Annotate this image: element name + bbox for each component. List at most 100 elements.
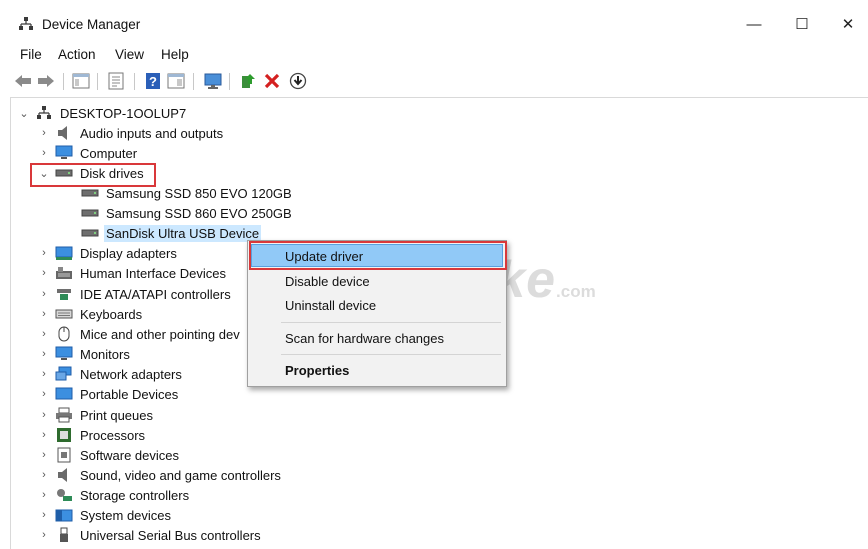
chevron-right-icon[interactable]: › xyxy=(37,368,51,380)
back-arrow-icon[interactable] xyxy=(13,71,33,91)
tree-item-storage[interactable]: › Storage controllers xyxy=(37,485,191,505)
tree-item-label: Display adapters xyxy=(80,245,177,261)
tree-item-label: Storage controllers xyxy=(80,487,190,503)
menu-file[interactable]: File xyxy=(20,47,42,62)
tree-item-monitors[interactable]: › Monitors xyxy=(37,344,132,364)
chevron-right-icon[interactable]: › xyxy=(37,267,51,279)
title-bar: Device Manager — ☐ ✕ xyxy=(0,0,868,44)
tree-item-label: Keyboards xyxy=(80,306,143,322)
computer-network-icon xyxy=(35,105,53,121)
tree-item-usb[interactable]: › Universal Serial Bus controllers xyxy=(37,525,263,545)
tree-item-label: Audio inputs and outputs xyxy=(80,125,224,141)
tree-item-label: Processors xyxy=(80,427,146,443)
tree-item-system-devices[interactable]: › System devices xyxy=(37,505,173,525)
context-item-disable-device[interactable]: Disable device xyxy=(285,274,370,289)
chevron-right-icon[interactable]: › xyxy=(37,449,51,461)
maximize-button[interactable]: ☐ xyxy=(782,10,822,40)
hid-icon xyxy=(55,265,73,281)
show-hide-tree-icon[interactable] xyxy=(71,71,91,91)
chevron-right-icon[interactable]: › xyxy=(37,348,51,360)
tree-item-keyboards[interactable]: › Keyboards xyxy=(37,304,144,324)
menu-action[interactable]: Action xyxy=(58,47,96,62)
disk-drive-icon xyxy=(81,225,99,241)
portable-device-icon xyxy=(55,386,73,402)
chevron-right-icon[interactable]: › xyxy=(37,328,51,340)
chevron-down-icon[interactable]: ⌄ xyxy=(17,107,31,120)
chevron-right-icon[interactable]: › xyxy=(37,429,51,441)
download-icon[interactable] xyxy=(288,71,308,91)
tree-item-sound-video[interactable]: › Sound, video and game controllers xyxy=(37,465,283,485)
tree-item-samsung-860[interactable]: Samsung SSD 860 EVO 250GB xyxy=(77,203,294,223)
tree-root[interactable]: ⌄ DESKTOP-1OOLUP7 xyxy=(17,103,188,123)
chevron-right-icon[interactable]: › xyxy=(37,509,51,521)
network-icon xyxy=(55,366,73,382)
tree-item-label: Computer xyxy=(80,145,138,161)
context-item-scan-hardware[interactable]: Scan for hardware changes xyxy=(285,331,444,346)
context-menu-separator xyxy=(281,322,501,323)
disk-drive-icon xyxy=(81,205,99,221)
menu-view[interactable]: View xyxy=(115,47,144,62)
tree-item-software-devices[interactable]: › Software devices xyxy=(37,445,181,465)
chevron-right-icon[interactable]: › xyxy=(37,409,51,421)
chevron-right-icon[interactable]: › xyxy=(37,308,51,320)
minimize-button[interactable]: — xyxy=(734,10,774,40)
tree-item-portable[interactable]: › Portable Devices xyxy=(37,384,180,404)
annotation-highlight-update-driver xyxy=(249,241,507,270)
tree-item-label: Network adapters xyxy=(80,366,182,382)
speaker-icon xyxy=(55,125,73,141)
tree-item-computer[interactable]: › Computer xyxy=(37,143,139,163)
uninstall-x-icon[interactable] xyxy=(262,71,282,91)
help-icon[interactable]: ? xyxy=(143,71,163,91)
tree-item-sandisk[interactable]: SanDisk Ultra USB Device xyxy=(77,223,262,243)
context-item-uninstall-device[interactable]: Uninstall device xyxy=(285,298,376,313)
tree-item-label: Monitors xyxy=(80,346,130,362)
monitor-icon[interactable] xyxy=(203,71,223,91)
chevron-right-icon[interactable]: › xyxy=(37,489,51,501)
tree-item-display-adapters[interactable]: › Display adapters xyxy=(37,243,179,263)
update-driver-icon[interactable] xyxy=(238,71,258,91)
monitor-icon xyxy=(55,145,73,161)
context-item-properties[interactable]: Properties xyxy=(285,363,349,378)
tree-item-label: Universal Serial Bus controllers xyxy=(80,527,261,543)
tree-item-mice[interactable]: › Mice and other pointing dev xyxy=(37,324,242,344)
system-devices-icon xyxy=(55,507,73,523)
tree-item-label: Software devices xyxy=(80,447,179,463)
tree-item-samsung-850[interactable]: Samsung SSD 850 EVO 120GB xyxy=(77,183,294,203)
chevron-right-icon[interactable]: › xyxy=(37,127,51,139)
menu-bar: File Action View Help xyxy=(0,44,868,66)
toolbar-separator xyxy=(193,73,194,90)
chevron-right-icon[interactable]: › xyxy=(37,388,51,400)
properties-icon[interactable] xyxy=(106,71,126,91)
tree-item-label: Samsung SSD 860 EVO 250GB xyxy=(106,205,292,221)
close-button[interactable]: ✕ xyxy=(828,10,868,40)
tree-item-label: Human Interface Devices xyxy=(80,265,226,281)
keyboard-icon xyxy=(55,306,73,322)
chevron-right-icon[interactable]: › xyxy=(37,247,51,259)
tree-item-network[interactable]: › Network adapters xyxy=(37,364,184,384)
chevron-right-icon[interactable]: › xyxy=(37,469,51,481)
tree-item-processors[interactable]: › Processors xyxy=(37,425,147,445)
tree-item-label: System devices xyxy=(80,507,172,523)
chevron-right-icon[interactable]: › xyxy=(37,147,51,159)
monitor-icon xyxy=(55,346,73,362)
tree-item-hid[interactable]: › Human Interface Devices xyxy=(37,263,228,283)
ide-controller-icon xyxy=(55,286,73,302)
chevron-right-icon[interactable]: › xyxy=(37,288,51,300)
view-icon[interactable] xyxy=(166,71,186,91)
toolbar-separator xyxy=(63,73,64,90)
forward-arrow-icon[interactable] xyxy=(36,71,56,91)
tree-item-print-queues[interactable]: › Print queues xyxy=(37,405,155,425)
chevron-right-icon[interactable]: › xyxy=(37,529,51,541)
toolbar-separator xyxy=(229,73,230,90)
tree-item-label: Mice and other pointing dev xyxy=(80,326,240,342)
tree-item-ide[interactable]: › IDE ATA/ATAPI controllers xyxy=(37,284,233,304)
display-adapter-icon xyxy=(55,245,73,261)
tree-item-label: Sound, video and game controllers xyxy=(80,467,281,483)
tree-item-label: IDE ATA/ATAPI controllers xyxy=(80,286,231,302)
tree-item-audio[interactable]: › Audio inputs and outputs xyxy=(37,123,225,143)
tree-item-label: Samsung SSD 850 EVO 120GB xyxy=(106,185,292,201)
tree-item-label: Print queues xyxy=(80,407,153,423)
toolbar: ? xyxy=(0,66,868,96)
menu-help[interactable]: Help xyxy=(161,47,189,62)
tree-root-label: DESKTOP-1OOLUP7 xyxy=(60,105,187,121)
